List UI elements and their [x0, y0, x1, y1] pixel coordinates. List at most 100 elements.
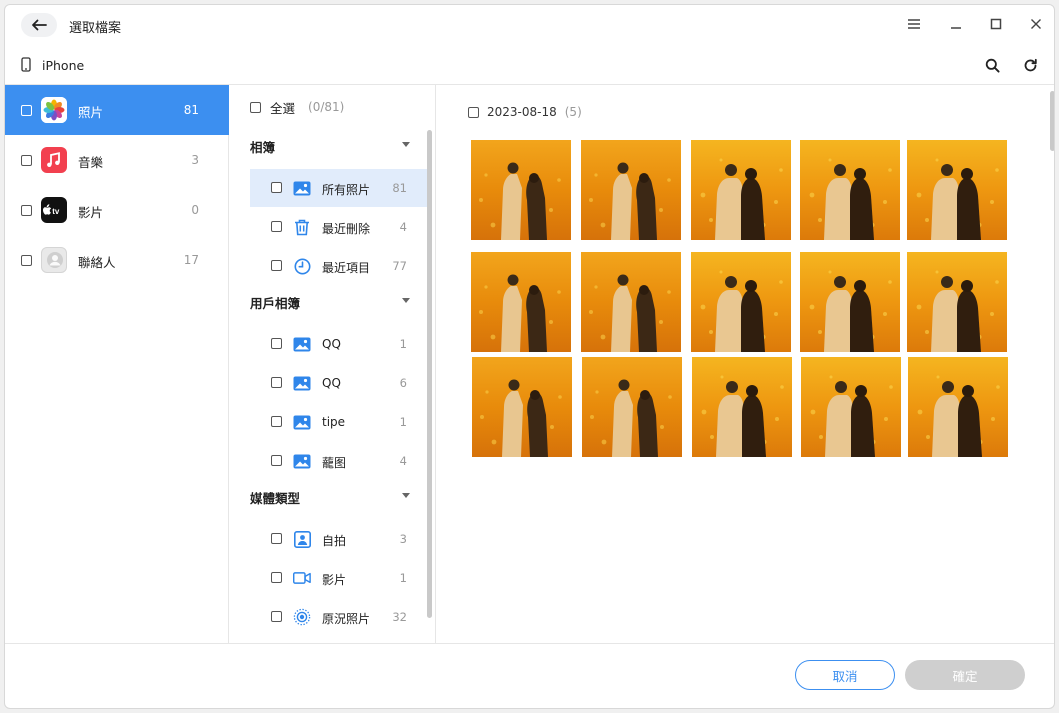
refresh-button[interactable]	[1021, 56, 1039, 74]
section-header-user-albums[interactable]: 用戶相簿	[250, 293, 410, 311]
photo-thumbnail[interactable]	[907, 252, 1007, 352]
photo-grid-scrollbar[interactable]	[1050, 91, 1054, 151]
maximize-button[interactable]	[987, 15, 1005, 33]
album-item-user[interactable]: 蘢图 4	[250, 442, 427, 480]
menu-button[interactable]	[905, 15, 923, 33]
album-item-live-photos[interactable]: 原況照片 32	[250, 598, 427, 636]
album-item-user[interactable]: QQ 1	[250, 325, 427, 363]
album-count: 1	[399, 337, 407, 351]
album-label: QQ	[322, 337, 341, 351]
refresh-icon	[1024, 58, 1037, 71]
photo-thumbnail[interactable]	[582, 357, 682, 457]
cancel-button[interactable]: 取消	[795, 660, 895, 690]
album-label: 所有照片	[322, 183, 371, 197]
album-label: QQ	[322, 376, 341, 390]
section-header-media-types[interactable]: 媒體類型	[250, 488, 410, 506]
album-checkbox[interactable]	[271, 182, 282, 193]
selection-count: (0/81)	[308, 100, 345, 114]
album-item-recently-deleted[interactable]: 最近刪除 4	[250, 208, 427, 246]
section-header-albums[interactable]: 相簿	[250, 137, 410, 155]
category-label: 影片	[78, 205, 104, 220]
photo-thumbnail[interactable]	[907, 140, 1007, 240]
select-all-checkbox[interactable]	[250, 101, 261, 113]
category-photos[interactable]: 照片 81	[5, 85, 229, 135]
album-label: 自拍	[322, 534, 347, 548]
close-icon	[1031, 19, 1041, 29]
album-label: 最近刪除	[322, 222, 371, 236]
album-count: 77	[392, 259, 407, 273]
photo-thumbnail[interactable]	[581, 140, 681, 240]
category-label: 音樂	[78, 155, 104, 170]
photo-thumbnail[interactable]	[800, 252, 900, 352]
chevron-down-icon[interactable]	[402, 298, 410, 303]
minimize-icon	[951, 27, 961, 29]
svg-text:tv: tv	[52, 207, 60, 216]
maximize-icon	[990, 18, 1002, 30]
footer-bar: 取消 確定	[5, 643, 1054, 708]
date-group-header[interactable]: 2023-08-18 (5)	[468, 105, 582, 119]
album-icon	[293, 337, 311, 351]
category-music[interactable]: 音樂 3	[5, 135, 229, 185]
album-checkbox[interactable]	[271, 611, 282, 622]
album-checkbox[interactable]	[271, 260, 282, 271]
category-contacts[interactable]: 聯絡人 17	[5, 235, 229, 285]
category-sidebar: 照片 81 音樂 3 tv 影片 0 聯絡人 17	[5, 85, 229, 643]
confirm-button[interactable]: 確定	[905, 660, 1025, 690]
photo-thumbnail[interactable]	[691, 252, 791, 352]
live-photo-icon	[293, 608, 311, 626]
photo-thumbnail[interactable]	[471, 252, 571, 352]
file-picker-window: 選取檔案 iPhone 照片 81 音樂 3 tv 影片 0 聯絡人 17 全選…	[4, 4, 1055, 709]
album-item-videos[interactable]: 影片 1	[250, 559, 427, 597]
photo-thumbnail[interactable]	[692, 357, 792, 457]
chevron-down-icon[interactable]	[402, 493, 410, 498]
window-title: 選取檔案	[69, 21, 122, 36]
album-label: 原況照片	[322, 612, 371, 626]
category-count: 3	[191, 153, 199, 167]
album-checkbox[interactable]	[271, 416, 282, 427]
chevron-down-icon[interactable]	[402, 142, 410, 147]
selfie-icon	[293, 530, 311, 548]
album-item-all-photos[interactable]: 所有照片 81	[250, 169, 427, 207]
category-checkbox[interactable]	[21, 255, 32, 266]
category-videos[interactable]: tv 影片 0	[5, 185, 229, 235]
category-count: 0	[191, 203, 199, 217]
search-icon	[985, 58, 1000, 73]
date-group-checkbox[interactable]	[468, 106, 479, 118]
category-label: 照片	[78, 105, 104, 120]
album-checkbox[interactable]	[271, 377, 282, 388]
category-checkbox[interactable]	[21, 155, 32, 166]
album-count: 3	[399, 532, 407, 546]
photo-thumbnail[interactable]	[472, 357, 572, 457]
album-item-recents[interactable]: 最近項目 77	[250, 247, 427, 285]
select-all-row[interactable]: 全選 (0/81)	[250, 99, 345, 116]
photo-thumbnail[interactable]	[801, 357, 901, 457]
album-item-user[interactable]: tipe 1	[250, 403, 427, 441]
photo-thumbnail[interactable]	[908, 357, 1008, 457]
back-button[interactable]	[21, 13, 57, 37]
minimize-button[interactable]	[947, 15, 965, 33]
album-checkbox[interactable]	[271, 572, 282, 583]
section-title: 用戶相簿	[250, 296, 301, 311]
category-checkbox[interactable]	[21, 105, 32, 116]
section-title: 媒體類型	[250, 491, 301, 506]
trash-icon	[295, 219, 309, 235]
category-checkbox[interactable]	[21, 205, 32, 216]
album-label: 蘢图	[322, 456, 347, 470]
search-button[interactable]	[983, 56, 1001, 74]
album-checkbox[interactable]	[271, 338, 282, 349]
photo-thumbnail[interactable]	[800, 140, 900, 240]
device-name: iPhone	[42, 58, 85, 73]
photo-thumbnail[interactable]	[471, 140, 571, 240]
album-item-user[interactable]: QQ 6	[250, 364, 427, 402]
phone-icon	[21, 57, 31, 72]
album-item-selfies[interactable]: 自拍 3	[250, 520, 427, 558]
photo-thumbnail[interactable]	[691, 140, 791, 240]
album-checkbox[interactable]	[271, 455, 282, 466]
album-checkbox[interactable]	[271, 533, 282, 544]
close-button[interactable]	[1027, 15, 1045, 33]
album-count: 32	[392, 610, 407, 624]
album-count: 81	[392, 181, 407, 195]
album-panel-scrollbar[interactable]	[427, 130, 432, 618]
photo-thumbnail[interactable]	[581, 252, 681, 352]
album-checkbox[interactable]	[271, 221, 282, 232]
